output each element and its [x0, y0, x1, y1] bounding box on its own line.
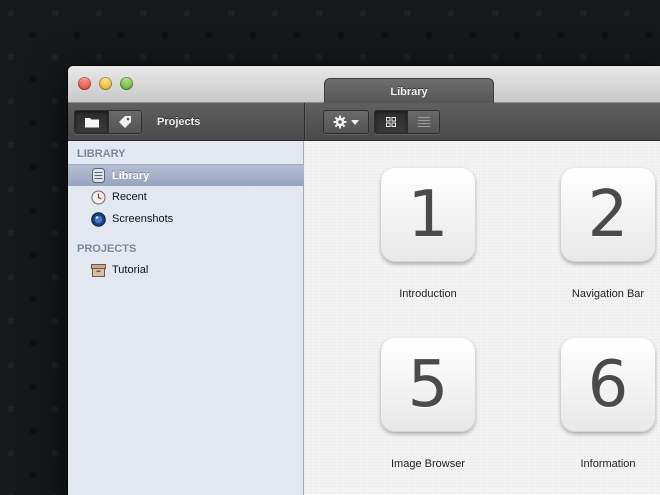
tile-introduction[interactable]: 1: [381, 168, 475, 262]
tile-label: Navigation Bar: [571, 288, 645, 300]
tag-icon: [119, 116, 131, 128]
tile-label: Image Browser: [391, 458, 465, 470]
tile-label: Information: [580, 458, 636, 470]
clock-icon: [91, 190, 106, 205]
sidebar-item-recent[interactable]: Recent: [68, 186, 304, 208]
tab-library[interactable]: Library: [324, 78, 494, 104]
minimize-button[interactable]: [99, 77, 112, 90]
sidebar: LIBRARY Library Recent Screenshots PROJE…: [68, 141, 304, 495]
view-mode-toggle: [374, 110, 440, 134]
grid-icon: [386, 117, 396, 127]
list-view-button[interactable]: [407, 111, 439, 133]
sidebar-item-label: Screenshots: [112, 213, 174, 225]
toolbar: Projects: [68, 103, 660, 141]
box-icon: [91, 263, 106, 278]
section-heading-library: LIBRARY: [77, 148, 126, 160]
screenshots-icon: [91, 211, 106, 227]
sidebar-item-label: Library: [112, 169, 150, 182]
projects-label: Projects: [157, 116, 201, 128]
folder-icon: [84, 118, 99, 128]
sidebar-item-label: Recent: [112, 191, 147, 203]
tile-label: Introduction: [399, 288, 457, 300]
library-grid: 1 Introduction 2 Navigation Bar 5 Image …: [305, 141, 660, 495]
tile-image-browser[interactable]: 5: [381, 338, 475, 432]
list-icon: [417, 117, 430, 127]
toolbar-divider: [304, 103, 305, 141]
section-heading-projects: PROJECTS: [77, 243, 137, 255]
app-window: Library Projects LIBRARY Library Recent …: [68, 66, 660, 495]
title-bar: Library: [68, 66, 660, 104]
zoom-button[interactable]: [120, 77, 133, 90]
tile-information[interactable]: 6: [561, 338, 655, 432]
sidebar-item-tutorial[interactable]: Tutorial: [68, 259, 304, 281]
action-menu-button[interactable]: [323, 110, 369, 134]
chevron-down-icon: [351, 119, 359, 125]
source-toggle: [74, 110, 142, 134]
tile-navigation-bar[interactable]: 2: [561, 168, 655, 262]
tag-toggle-button[interactable]: [108, 111, 141, 133]
folder-toggle-button[interactable]: [75, 111, 108, 133]
sidebar-item-screenshots[interactable]: Screenshots: [68, 208, 304, 230]
sidebar-item-label: Tutorial: [112, 264, 149, 276]
gear-icon: [333, 115, 347, 129]
grid-view-button[interactable]: [375, 111, 407, 133]
close-button[interactable]: [78, 77, 91, 90]
sidebar-item-library[interactable]: Library: [68, 164, 304, 186]
library-icon: [91, 168, 106, 183]
